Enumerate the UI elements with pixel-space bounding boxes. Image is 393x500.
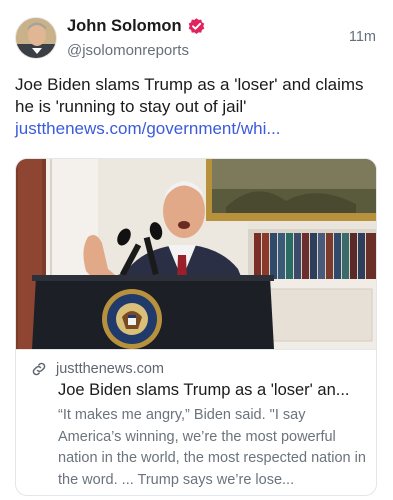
post-header: John Solomon @jsolomonreports 11m [15,14,378,62]
link-icon [32,362,46,376]
card-domain-row: justthenews.com [30,360,164,378]
card-meta[interactable]: justthenews.com Joe Biden slams Trump as… [16,349,376,495]
post-link[interactable]: justthenews.com/government/whi... [15,118,380,140]
card-image[interactable] [16,159,376,349]
author-handle[interactable]: @jsolomonreports [67,42,206,59]
card-description: “It makes me angry,” Biden said. "I say … [58,407,366,488]
post-body: Joe Biden slams Trump as a 'loser' and c… [15,74,380,140]
author-name[interactable]: John Solomon [67,17,182,36]
author-block: John Solomon @jsolomonreports [67,14,206,59]
post-timestamp[interactable]: 11m [349,29,376,45]
card-title: Joe Biden slams Trump as a 'loser' an... [58,381,350,399]
verified-badge-icon [188,17,204,34]
post-text: Joe Biden slams Trump as a 'loser' and c… [15,75,364,116]
card-domain: justthenews.com [56,361,164,377]
author-name-row: John Solomon [67,14,206,38]
link-preview-card[interactable]: justthenews.com Joe Biden slams Trump as… [15,158,377,496]
author-avatar[interactable] [15,17,57,59]
